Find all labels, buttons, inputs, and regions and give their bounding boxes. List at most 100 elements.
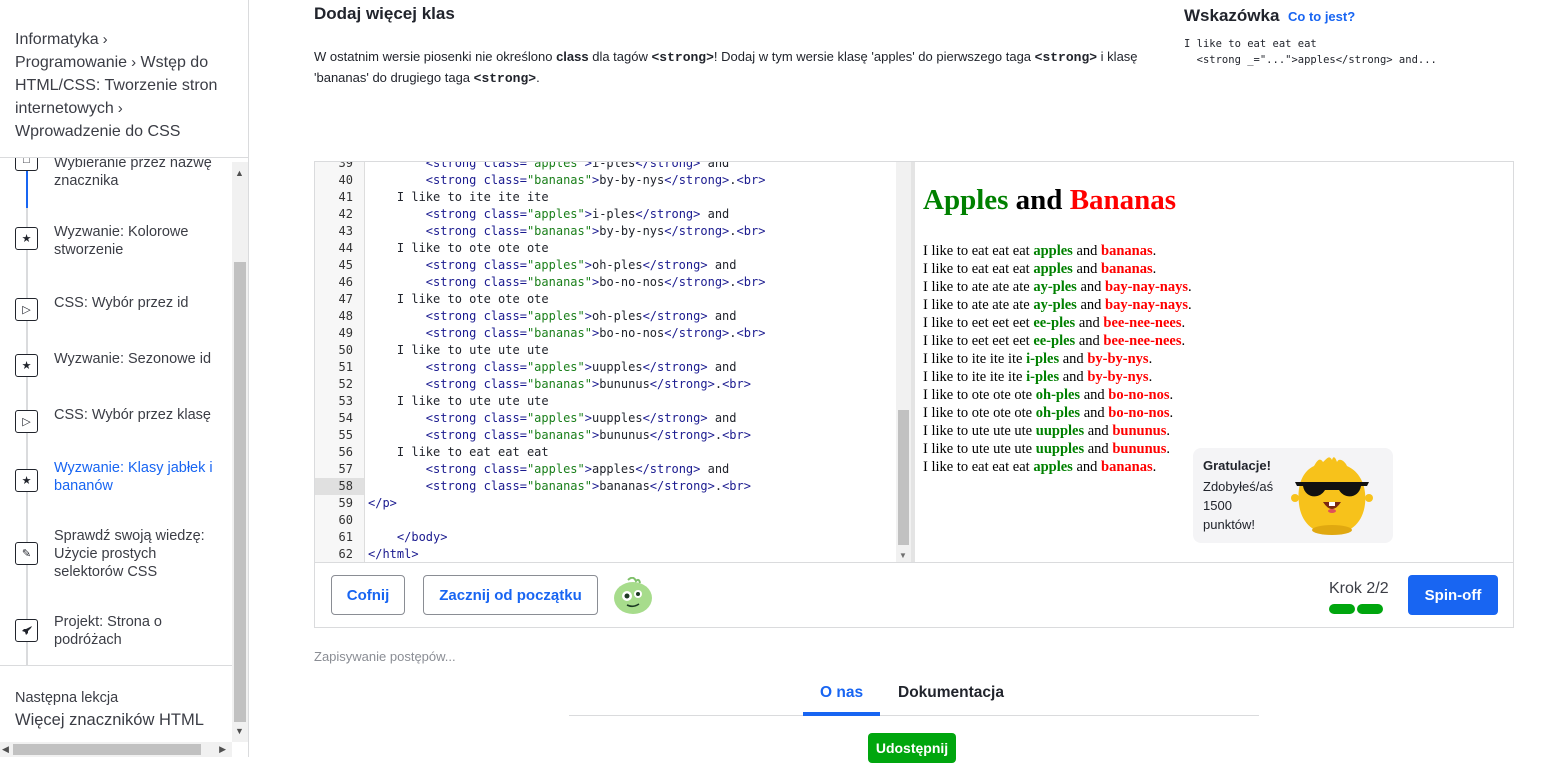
code-line[interactable]: <strong class="apples">i-ples</strong> a… — [368, 162, 729, 170]
task-keyword: class — [556, 49, 589, 64]
code-line[interactable]: I like to eat eat eat — [368, 445, 549, 459]
code-line[interactable]: I like to ite ite ite — [368, 190, 549, 204]
hint-title: Wskazówka — [1184, 6, 1280, 25]
code-line[interactable]: <strong class="apples">uupples</strong> … — [368, 411, 737, 425]
preview-lyric-line: I like to ate ate ate ay-ples and bay-na… — [923, 297, 1192, 313]
preview-lyric-line: I like to ute ute ute uupples and bununu… — [923, 441, 1170, 457]
breadcrumb-item[interactable]: Informatyka — [15, 31, 99, 48]
code-line[interactable]: <strong class="bananas">bo-no-nos</stron… — [368, 326, 766, 340]
preview-lyric-line: I like to eet eet eet ee-ples and bee-ne… — [923, 333, 1186, 349]
tabs-divider — [569, 715, 1259, 716]
code-editor[interactable]: <strong class="apples">i-ples</strong> a… — [366, 162, 896, 562]
code-line[interactable]: </p> — [368, 496, 397, 510]
line-number: 40 — [338, 173, 353, 187]
code-line[interactable]: <strong class="bananas">bununus</strong>… — [368, 377, 751, 391]
breadcrumb-separator-icon: › — [131, 54, 137, 71]
line-number: 53 — [338, 394, 353, 408]
code-line[interactable]: <strong class="apples">i-ples</strong> a… — [368, 207, 729, 221]
points-toast[interactable]: Gratulacje! Zdobyłeś/aś 1500 punktów! — [1193, 448, 1393, 543]
restart-button[interactable]: Zacznij od początku — [423, 575, 598, 615]
scrollbar-thumb[interactable] — [13, 744, 201, 755]
video-play-icon: ▷ — [15, 298, 38, 321]
code-line[interactable]: <strong class="bananas">by-by-nys</stron… — [368, 173, 766, 187]
preview-lyric-line: I like to ite ite ite i-ples and by-by-n… — [923, 351, 1153, 367]
line-number: 41 — [338, 190, 353, 204]
code-line[interactable]: <strong class="bananas">bununus</strong>… — [368, 428, 751, 442]
code-line[interactable]: I like to ute ute ute — [368, 394, 549, 408]
preview-lyric-line: I like to ate ate ate ay-ples and bay-na… — [923, 279, 1192, 295]
code-line[interactable]: <strong class="apples">oh-ples</strong> … — [368, 309, 737, 323]
active-tab-indicator — [803, 712, 880, 716]
editor-footer: Cofnij Zacznij od początku Krok 2/2 Spin… — [315, 562, 1513, 627]
code-line[interactable]: I like to ute ute ute — [368, 343, 549, 357]
line-number: 60 — [338, 513, 353, 527]
mascot-avatar-icon — [612, 576, 654, 620]
task-text: W ostatnim wersie piosenki nie określono — [314, 49, 557, 64]
line-number: 61 — [338, 530, 353, 544]
line-number-gutter: 39 40 41 42 43 44 45 46 47 48 49 50 51 5… — [315, 162, 365, 562]
code-line[interactable]: <strong class="bananas">by-by-nys</stron… — [368, 224, 766, 238]
line-number: 49 — [338, 326, 353, 340]
line-number: 58 — [338, 479, 353, 493]
task-title: Dodaj więcej klas — [314, 4, 455, 23]
code-line[interactable]: <strong class="apples">oh-ples</strong> … — [368, 258, 737, 272]
breadcrumb-separator-icon: › — [117, 100, 123, 117]
task-code: <strong> — [1034, 50, 1098, 65]
sidebar: Informatyka › Programowanie › Wstęp do HTM… — [0, 0, 249, 757]
line-number: 54 — [338, 411, 353, 425]
preview-lyric-line: I like to eet eet eet ee-ples and bee-ne… — [923, 315, 1186, 331]
lesson-label: CSS: Wybór przez id — [54, 295, 189, 311]
line-number: 55 — [338, 428, 353, 442]
scroll-down-icon[interactable]: ▼ — [899, 551, 907, 560]
mascot-sunglasses-icon — [1289, 454, 1375, 543]
scroll-left-icon[interactable]: ◀ — [2, 744, 9, 755]
code-line[interactable]: </body> — [368, 530, 448, 544]
preview-lyric-line: I like to eat eat eat apples and bananas… — [923, 459, 1157, 475]
breadcrumb-item[interactable]: Programowanie — [15, 54, 127, 71]
breadcrumb: Informatyka › Programowanie › Wstęp do HTM… — [15, 28, 240, 143]
tab-about[interactable]: O nas — [820, 684, 863, 702]
share-button[interactable]: Udostępnij — [868, 733, 956, 763]
line-number: 52 — [338, 377, 353, 391]
breadcrumb-item[interactable]: Wprowadzenie do CSS — [15, 123, 180, 140]
code-line[interactable]: <strong class="bananas">bananas</strong>… — [368, 479, 751, 493]
next-lesson-link[interactable]: Więcej znaczników HTML — [15, 711, 204, 730]
video-play-icon: ▷ — [15, 410, 38, 433]
code-line[interactable]: <strong class="bananas">bo-no-nos</stron… — [368, 275, 766, 289]
code-line[interactable]: <strong class="apples">uupples</strong> … — [368, 360, 737, 374]
preview-lyric-line: I like to ute ute ute uupples and bununu… — [923, 423, 1170, 439]
preview-heading-apples: Apples — [923, 184, 1009, 216]
task-code: <strong> — [473, 71, 537, 86]
scrollbar-thumb[interactable] — [898, 410, 909, 545]
next-lesson-label: Następna lekcja — [15, 690, 119, 706]
code-line[interactable]: I like to ote ote ote — [368, 292, 549, 306]
star-icon: ★ — [15, 354, 38, 377]
line-number: 47 — [338, 292, 353, 306]
lesson-label: Sprawdź swoją wiedzę: Użycie prostych se… — [54, 528, 205, 580]
star-icon: ★ — [15, 469, 38, 492]
line-number: 46 — [338, 275, 353, 289]
task-text: . — [536, 70, 540, 85]
line-number: 57 — [338, 462, 353, 476]
code-line[interactable]: <strong class="apples">apples</strong> a… — [368, 462, 729, 476]
scrollbar-thumb[interactable] — [234, 262, 246, 722]
tab-documentation[interactable]: Dokumentacja — [898, 684, 1004, 702]
undo-button[interactable]: Cofnij — [331, 575, 405, 615]
step-progress-segment — [1357, 604, 1383, 614]
scroll-down-icon[interactable]: ▼ — [235, 726, 244, 736]
editor-scrollbar[interactable]: ▼ — [896, 162, 911, 562]
sidebar-scrollbar[interactable]: ▲ ▼ — [232, 162, 248, 742]
scroll-up-icon[interactable]: ▲ — [235, 168, 244, 178]
lesson-label: Wyzwanie: Klasy jabłek i bananów — [54, 460, 213, 494]
spinoff-button[interactable]: Spin-off — [1408, 575, 1498, 615]
code-line[interactable]: </html> — [368, 547, 419, 561]
sidebar-horizontal-scrollbar[interactable]: ◀ ▶ — [0, 742, 232, 757]
code-line[interactable]: I like to ote ote ote — [368, 241, 549, 255]
line-number: 59 — [338, 496, 353, 510]
lesson-label: CSS: Wybór przez klasę — [54, 407, 212, 423]
scroll-right-icon[interactable]: ▶ — [219, 744, 226, 755]
star-icon: ★ — [15, 227, 38, 250]
divider — [0, 665, 232, 666]
hint-help-link[interactable]: Co to jest? — [1288, 9, 1355, 24]
lesson-label: Projekt: Strona o podróżach — [54, 614, 162, 648]
